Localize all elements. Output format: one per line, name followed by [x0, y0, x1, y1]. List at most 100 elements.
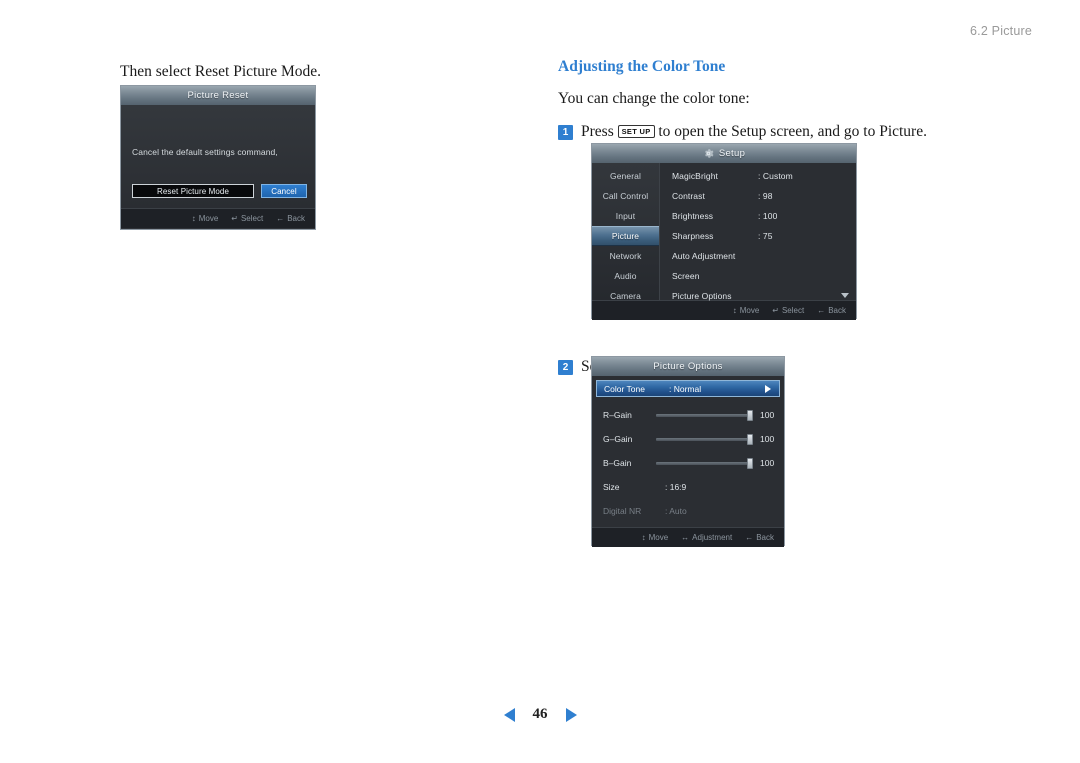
- picture-options-row-digital-nr: Digital NR : Auto: [592, 499, 784, 523]
- gear-icon: [703, 148, 714, 159]
- setup-row-auto-adjustment-label: Auto Adjustment: [672, 251, 736, 261]
- hint-back: ← Back: [817, 306, 846, 315]
- setup-row-picture-options-label: Picture Options: [672, 291, 732, 301]
- r-gain-label: R–Gain: [603, 410, 632, 420]
- enter-key-icon: ↵: [231, 213, 238, 223]
- picture-options-row-color-tone[interactable]: Color Tone : Normal: [596, 380, 780, 397]
- setup-row-magicbright[interactable]: MagicBright : Custom: [660, 166, 856, 186]
- lead-text: You can change the color tone:: [558, 90, 750, 107]
- intro-text: Then select Reset Picture Mode.: [120, 63, 322, 80]
- hint-adjustment: ↔ Adjustment: [681, 533, 732, 542]
- setup-row-sharpness-value: : 75: [758, 231, 773, 241]
- b-gain-label: B–Gain: [603, 458, 632, 468]
- scroll-down-icon[interactable]: [841, 293, 849, 298]
- b-gain-slider[interactable]: [656, 457, 753, 469]
- setup-row-brightness[interactable]: Brightness : 100: [660, 206, 856, 226]
- reset-picture-mode-button[interactable]: Reset Picture Mode: [132, 184, 254, 198]
- g-gain-slider-knob[interactable]: [747, 433, 753, 445]
- setup-row-contrast-value: : 98: [758, 191, 773, 201]
- sidebar-item-picture[interactable]: Picture: [592, 226, 659, 246]
- hint-move: ↕ Move: [192, 214, 219, 223]
- setup-row-auto-adjustment[interactable]: Auto Adjustment: [660, 246, 856, 266]
- setup-menu: Setup General Call Control Input Picture…: [591, 143, 857, 320]
- triangle-left-icon[interactable]: [503, 707, 515, 722]
- sidebar-item-call-control[interactable]: Call Control: [592, 186, 659, 206]
- picture-options-row-b-gain[interactable]: B–Gain 100: [592, 451, 784, 475]
- hint-move-label: Move: [198, 214, 219, 223]
- hint-back-label: Back: [756, 533, 774, 542]
- step-2-number: 2: [558, 359, 573, 375]
- setup-menu-main: General Call Control Input Picture Netwo…: [592, 163, 856, 301]
- picture-reset-footer: ↕ Move ↵ Select ← Back: [121, 208, 315, 228]
- setup-row-screen[interactable]: Screen: [660, 266, 856, 286]
- page-number: 46: [532, 706, 548, 722]
- g-gain-slider[interactable]: [656, 433, 753, 445]
- picture-reset-button-group: Reset Picture Mode Cancel: [132, 184, 307, 198]
- left-arrow-icon: ←: [745, 532, 754, 542]
- chevron-right-icon[interactable]: [765, 384, 771, 393]
- updown-arrow-icon: ↕: [191, 213, 196, 223]
- r-gain-slider-knob[interactable]: [747, 409, 753, 421]
- setup-row-magicbright-value: : Custom: [758, 171, 793, 181]
- setup-row-contrast[interactable]: Contrast : 98: [660, 186, 856, 206]
- left-column: Then select Reset Picture Mode. Picture …: [120, 60, 520, 230]
- setup-row-brightness-value: : 100: [758, 211, 778, 221]
- setup-sidebar: General Call Control Input Picture Netwo…: [592, 163, 660, 301]
- setup-row-sharpness[interactable]: Sharpness : 75: [660, 226, 856, 246]
- hint-select-label: Select: [240, 214, 264, 223]
- picture-reset-message: Cancel the default settings command,: [132, 147, 278, 157]
- section-title: Adjusting the Color Tone: [558, 58, 726, 75]
- triangle-right-icon[interactable]: [565, 707, 577, 722]
- setup-option-list: MagicBright : Custom Contrast : 98 Brigh…: [660, 163, 856, 301]
- cancel-button[interactable]: Cancel: [261, 184, 307, 198]
- sidebar-item-camera[interactable]: Camera: [592, 286, 659, 306]
- hint-move-label: Move: [739, 306, 760, 315]
- picture-options-row-g-gain[interactable]: G–Gain 100: [592, 427, 784, 451]
- hint-back-label: Back: [287, 214, 305, 223]
- b-gain-value: 100: [760, 458, 775, 468]
- sidebar-item-general[interactable]: General: [592, 166, 659, 186]
- picture-options-row-r-gain[interactable]: R–Gain 100: [592, 403, 784, 427]
- hint-move-label: Move: [648, 533, 669, 542]
- color-tone-label: Color Tone: [604, 383, 645, 394]
- hint-move: ↕ Move: [642, 533, 669, 542]
- left-arrow-icon: ←: [817, 305, 826, 315]
- b-gain-slider-knob[interactable]: [747, 457, 753, 469]
- sidebar-item-input[interactable]: Input: [592, 206, 659, 226]
- setup-row-magicbright-label: MagicBright: [672, 171, 718, 181]
- page-navigation: 46: [0, 706, 1080, 723]
- sidebar-item-audio[interactable]: Audio: [592, 266, 659, 286]
- hint-back: ← Back: [745, 533, 774, 542]
- setup-row-screen-label: Screen: [672, 271, 700, 281]
- digital-nr-value: : Auto: [665, 506, 687, 516]
- hint-select-label: Select: [781, 306, 805, 315]
- updown-arrow-icon: ↕: [732, 305, 737, 315]
- running-header: 6.2 Picture: [970, 24, 1032, 38]
- left-arrow-icon: ←: [276, 213, 285, 223]
- manual-page: 6.2 Picture Then select Reset Picture Mo…: [0, 0, 1080, 763]
- sidebar-item-network[interactable]: Network: [592, 246, 659, 266]
- setup-row-sharpness-label: Sharpness: [672, 231, 714, 241]
- hint-adjustment-label: Adjustment: [692, 533, 733, 542]
- r-gain-slider[interactable]: [656, 409, 753, 421]
- g-gain-value: 100: [760, 434, 775, 444]
- setup-row-brightness-label: Brightness: [672, 211, 714, 221]
- step-1: 1 Press SET UP to open the Setup screen,…: [558, 122, 1028, 143]
- step-1-text: Press SET UP to open the Setup screen, a…: [581, 122, 927, 143]
- hint-move: ↕ Move: [733, 306, 760, 315]
- g-gain-label: G–Gain: [603, 434, 633, 444]
- r-gain-value: 100: [760, 410, 775, 420]
- setup-menu-title: Setup: [592, 144, 856, 163]
- picture-options-title: Picture Options: [592, 357, 784, 376]
- updown-arrow-icon: ↕: [641, 532, 646, 542]
- hint-select: ↵ Select: [772, 306, 804, 315]
- setup-menu-title-label: Setup: [718, 148, 746, 159]
- picture-options-menu: Picture Options Color Tone : Normal R–Ga…: [591, 356, 785, 547]
- picture-reset-title: Picture Reset: [121, 86, 315, 105]
- setup-row-picture-options[interactable]: Picture Options: [660, 286, 856, 306]
- color-tone-value: : Normal: [669, 383, 702, 394]
- picture-options-row-size[interactable]: Size : 16:9: [592, 475, 784, 499]
- size-label: Size: [603, 482, 620, 492]
- digital-nr-label: Digital NR: [603, 506, 642, 516]
- hint-back: ← Back: [276, 214, 305, 223]
